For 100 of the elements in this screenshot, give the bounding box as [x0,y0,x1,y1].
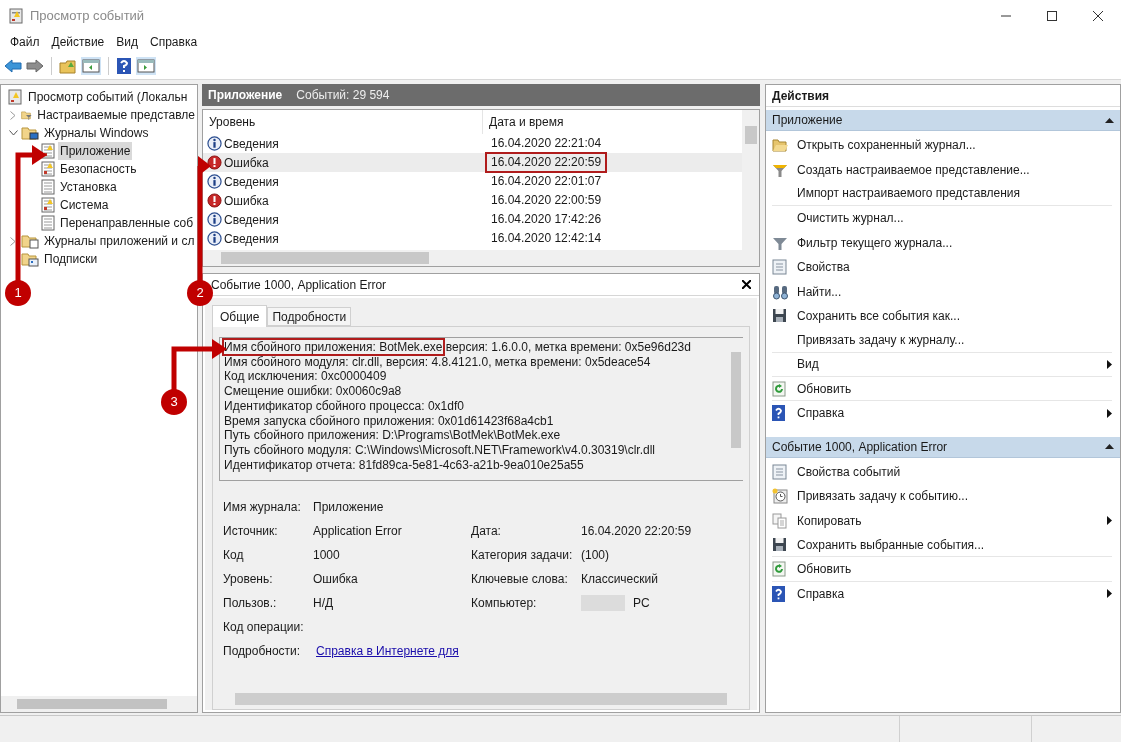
collapse-caret-icon[interactable] [1105,444,1114,450]
level-text: Ошибка [224,192,269,210]
field-label: Дата: [471,523,502,540]
description-text: Путь сбойного модуля: C:\Windows\Microsoft.NET\Framework\v4.0.30319\clr.dll [224,442,656,457]
tree-item[interactable]: Система [58,196,111,214]
action-item[interactable]: Справка [772,401,1112,426]
action-item[interactable]: Справка [772,581,1112,607]
chevron-down-icon[interactable] [8,130,18,136]
menu-item[interactable]: Справка [144,33,204,51]
highlighted-text: Имя сбойного приложения: BotMek.exe [224,340,443,354]
action-item[interactable]: Привязать задачу к журналу... [772,328,1112,353]
field-value: Приложение [313,499,384,516]
field-label: Подробности: [223,643,302,660]
field-label: Код [223,547,245,564]
menu-item[interactable]: Действие [45,33,111,51]
clock-icon [772,488,788,505]
action-item[interactable]: Привязать задачу к событию... [772,484,1112,509]
field-label: Уровень: [223,571,274,588]
chevron-right-icon[interactable] [10,110,16,120]
event-title: Событие 1000, Application Error [211,276,387,294]
field-value: Классический [581,571,658,588]
tree-item[interactable]: Настраиваемые представле [35,106,197,124]
info-icon [207,231,222,246]
folder-icon[interactable] [59,57,77,74]
close-icon[interactable] [742,280,751,289]
table-row[interactable]: Сведения 16.04.2020 22:01:07 [203,172,742,191]
section-header[interactable]: Событие 1000, Application Error [766,436,1120,458]
horizontal-scrollbar[interactable] [203,250,759,266]
table-row[interactable]: Ошибка 16.04.2020 22:00:59 [203,191,742,210]
field-value: (100) [581,547,609,564]
datetime-text: 16.04.2020 17:42:26 [490,211,603,228]
tree-item[interactable]: Перенаправленные соб [58,214,196,232]
action-item[interactable]: Свойства событий [772,459,1112,485]
properties-icon [772,463,787,480]
tree-item[interactable]: Безопасность [58,160,139,178]
chevron-right-icon[interactable] [10,236,16,246]
actions-header: Действия [766,85,1120,107]
action-item[interactable]: Импорт настраиваемого представления [772,181,1112,207]
description-text: Время запуска сбойного приложения: 0x01d61423f68a4cb1 [224,413,554,428]
field-value: Ошибка [313,571,358,588]
info-icon [207,174,222,189]
maximize-icon [1047,11,1057,21]
tab[interactable]: Подробности [267,307,352,326]
vertical-scrollbar[interactable] [742,110,759,250]
table-row[interactable]: Сведения 16.04.2020 17:42:26 [203,210,742,229]
action-item[interactable]: Обновить [772,557,1112,582]
horizontal-scrollbar[interactable] [1,696,197,712]
field-label: Код операции: [223,619,305,636]
description-text: Идентификатор сбойного процесса: 0x1df0 [224,398,464,413]
folder-document-icon [21,233,39,249]
column-header[interactable]: Дата и время [483,110,742,134]
tab[interactable]: Общие [212,305,268,327]
document-icon [41,179,55,195]
action-item[interactable]: Сохранить все события как... [772,303,1112,329]
info-icon [207,136,222,151]
tree-item[interactable]: Просмотр событий (Локальн [26,88,190,106]
pane-icon[interactable] [136,56,156,75]
back-arrow-icon[interactable] [4,58,22,73]
description-text: Код исключения: 0xc0000409 [224,369,387,384]
action-item[interactable]: Фильтр текущего журнала... [772,230,1112,255]
column-header[interactable]: Уровень [203,110,483,134]
help-link[interactable]: Справка в Интернете для [313,642,462,660]
tree-item[interactable]: Подписки [42,250,100,268]
collapse-caret-icon[interactable] [1105,117,1114,123]
tree-item[interactable]: Журналы Windows [42,124,151,142]
section-header[interactable]: Приложение [766,110,1120,131]
field-value: Н/Д [313,595,334,612]
field-label: Компьютер: [471,595,538,612]
action-item[interactable]: Сохранить выбранные события... [772,532,1112,558]
action-item[interactable]: Найти... [772,279,1112,304]
document-icon [41,215,55,231]
action-item[interactable]: Создать настраиваемое представление... [772,157,1112,182]
table-row[interactable]: Ошибка 16.04.2020 22:20:59 [203,153,742,172]
tree-item[interactable]: Установка [58,178,119,196]
datetime-text: 16.04.2020 22:20:59 [485,152,608,173]
forward-arrow-icon[interactable] [26,58,44,73]
action-item[interactable]: Обновить [772,376,1112,402]
action-item[interactable]: Очистить журнал... [772,206,1112,231]
table-row[interactable]: Сведения 16.04.2020 22:21:04 [203,134,742,153]
properties-icon [772,259,787,276]
menu-item[interactable]: Вид [110,33,144,51]
level-text: Сведения [224,211,279,229]
help-icon[interactable] [116,56,132,75]
description-text: Идентификатор отчета: 81fd89ca-5e81-4c63-a21b-9ea010e25a55 [224,457,584,472]
help-icon [772,585,785,602]
action-item[interactable]: Свойства [772,254,1112,280]
menu-item[interactable]: Файл [4,33,46,51]
action-item[interactable]: Вид [772,352,1112,377]
close-icon [1093,11,1103,21]
description-text: Имя сбойного модуля: clr.dll, версия: 4.8.4121.0, метка времени: 0x5deace54 [224,354,651,369]
action-item[interactable]: Копировать [772,508,1112,533]
error-icon [207,155,222,170]
field-label: Источник: [223,523,279,540]
level-text: Ошибка [224,154,269,172]
tree-item[interactable]: Журналы приложений и сл [42,232,197,250]
field-value: 1000 [313,547,340,564]
action-item[interactable]: Открыть сохраненный журнал... [772,133,1112,158]
tree-item[interactable]: Приложение [58,142,133,160]
pane-icon[interactable] [81,56,101,75]
table-row[interactable]: Сведения 16.04.2020 12:42:14 [203,229,742,248]
